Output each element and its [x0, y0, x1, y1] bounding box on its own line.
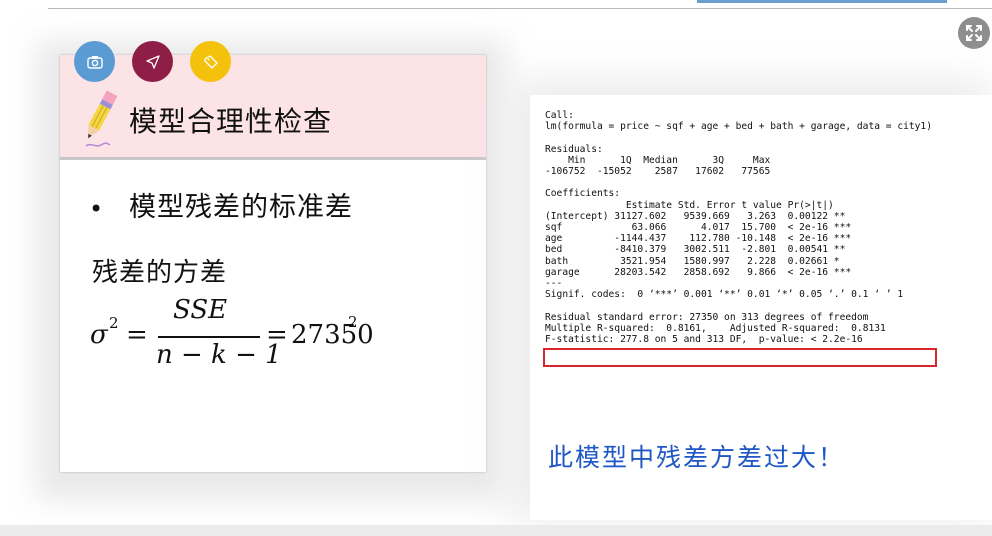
bullet-text: 模型残差的标准差	[129, 192, 353, 223]
send-button[interactable]	[132, 41, 173, 82]
formula-value: 27350	[291, 320, 374, 350]
r-regression-output: Call: lm(formula = price ~ sqf + age + b…	[545, 110, 932, 346]
tag-button[interactable]	[190, 41, 231, 82]
bullet-marker: •	[89, 195, 104, 223]
pencil-icon	[85, 90, 118, 147]
formula-sigma: σ	[90, 320, 108, 350]
expand-button[interactable]	[958, 17, 990, 49]
formula-numerator: SSE	[173, 295, 228, 325]
formula-equals-2: =	[266, 320, 288, 350]
bottom-bar	[0, 525, 992, 536]
formula-equals: =	[126, 320, 148, 350]
top-divider	[48, 8, 992, 9]
formula-denominator: n − k − 1	[156, 340, 282, 370]
expand-icon	[966, 25, 982, 41]
slide-title: 模型合理性检查	[129, 105, 333, 138]
progress-indicator	[697, 0, 947, 3]
formula-sigma-power: 2	[109, 314, 119, 332]
variance-formula: σ 2 = SSE n − k − 1 = 27350 2	[90, 292, 470, 372]
residual-se-highlight	[543, 348, 937, 367]
tag-icon	[203, 54, 218, 69]
variance-label: 残差的方差	[92, 258, 228, 288]
camera-icon	[86, 55, 103, 69]
send-icon	[145, 54, 160, 69]
conclusion-text: 此模型中残差方差过大！	[548, 443, 846, 472]
camera-button[interactable]	[74, 41, 115, 82]
fraction-bar	[158, 336, 260, 338]
formula-value-power: 2	[348, 313, 358, 331]
